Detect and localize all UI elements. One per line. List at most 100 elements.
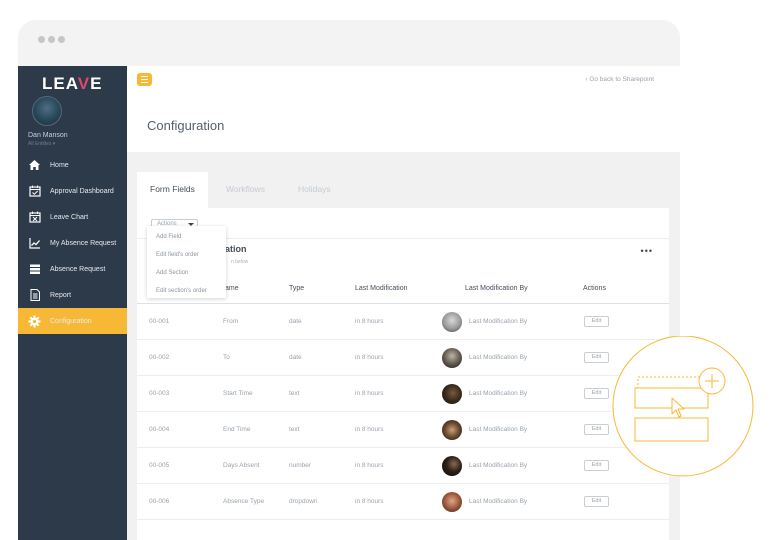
window-titlebar	[18, 20, 680, 66]
cell-modified-by: Last Modification By	[469, 318, 528, 325]
sidebar-item-label: Report	[50, 291, 72, 299]
list-icon	[28, 263, 41, 276]
back-to-sharepoint-link[interactable]: ‹ Go back to Sharepoint	[585, 76, 654, 83]
edit-button[interactable]: Edit	[584, 424, 609, 435]
gear-icon	[28, 315, 41, 328]
table-row: 00-004 End Time text in 8 hours Last Mod…	[137, 412, 669, 448]
edit-button[interactable]: Edit	[584, 352, 609, 363]
edit-button[interactable]: Edit	[584, 460, 609, 471]
cell-name: End Time	[223, 426, 251, 433]
column-header-actions: Actions	[583, 285, 606, 292]
cell-id: 00-001	[149, 318, 170, 325]
cell-name: Start Time	[223, 390, 253, 397]
document-icon	[28, 289, 41, 302]
window-dot	[38, 36, 45, 43]
avatar	[442, 492, 462, 512]
calendar-check-icon	[28, 185, 41, 198]
cell-name: Absence Type	[223, 498, 265, 505]
avatar	[442, 384, 462, 404]
cell-type: number	[289, 462, 312, 469]
cell-modified: in 8 hours	[355, 426, 384, 433]
cell-modified: in 8 hours	[355, 318, 384, 325]
menu-item-add-field[interactable]: Add Field	[147, 228, 226, 246]
edit-button[interactable]: Edit	[584, 388, 609, 399]
cell-name: Days Absent	[223, 462, 260, 469]
user-role-dropdown[interactable]: All Entities ▾	[28, 141, 55, 147]
table-row: 00-005 Days Absent number in 8 hours Las…	[137, 448, 669, 484]
column-header-type: Type	[289, 285, 305, 292]
home-icon	[28, 159, 41, 172]
cell-modified-by: Last Modification By	[469, 354, 528, 361]
tab-workflows[interactable]: Workflows	[226, 172, 265, 208]
add-form-field-illustration-icon	[612, 336, 754, 477]
sidebar-item-absence-request[interactable]: Absence Request	[18, 256, 127, 282]
sidebar: LEAVE Dan Manson All Entities ▾ Home App…	[18, 66, 127, 540]
cell-modified-by: Last Modification By	[469, 462, 528, 469]
sidebar-item-report[interactable]: Report	[18, 282, 127, 308]
sidebar-item-home[interactable]: Home	[18, 152, 127, 178]
cell-id: 00-004	[149, 426, 170, 433]
trend-chart-icon	[28, 237, 41, 250]
user-avatar[interactable]	[32, 96, 62, 126]
cell-modified: in 8 hours	[355, 462, 384, 469]
avatar	[442, 312, 462, 332]
sidebar-item-my-absence-request[interactable]: My Absence Request	[18, 230, 127, 256]
cell-type: date	[289, 354, 302, 361]
top-bar: ‹ Go back to Sharepoint	[127, 66, 680, 95]
cell-id: 00-003	[149, 390, 170, 397]
page-title: Configuration	[147, 118, 225, 133]
cell-type: dropdown	[289, 498, 318, 505]
column-header-last-modification: Last Modification	[355, 285, 408, 292]
cell-name: From	[223, 318, 239, 325]
table-row: 00-006 Absence Type dropdown in 8 hours …	[137, 484, 669, 520]
tab-holidays[interactable]: Holidays	[298, 172, 331, 208]
edit-button[interactable]: Edit	[584, 316, 609, 327]
cell-modified-by: Last Modification By	[469, 426, 528, 433]
sidebar-item-label: Approval Dashboard	[50, 187, 114, 195]
avatar	[442, 420, 462, 440]
cell-modified: in 8 hours	[355, 354, 384, 361]
sidebar-item-label: Absence Request	[50, 265, 106, 273]
cell-modified-by: Last Modification By	[469, 498, 528, 505]
menu-item-add-section[interactable]: Add Section	[147, 264, 226, 282]
cell-modified: in 8 hours	[355, 498, 384, 505]
sidebar-item-label: My Absence Request	[50, 239, 117, 247]
app-logo: LEAVE	[42, 74, 103, 93]
table-row: 00-003 Start Time text in 8 hours Last M…	[137, 376, 669, 412]
menu-item-edit-section-order[interactable]: Edit section's order	[147, 282, 226, 300]
cell-type: text	[289, 390, 300, 397]
cell-modified-by: Last Modification By	[469, 390, 528, 397]
sidebar-nav: Home Approval Dashboard Leave Chart My A…	[18, 152, 127, 334]
actions-menu: Add Field Edit field's order Add Section…	[147, 226, 226, 298]
menu-toggle-icon[interactable]	[137, 73, 152, 86]
more-options-icon[interactable]: •••	[641, 246, 653, 256]
config-card: Form Fields Workflows Holidays Actions A…	[137, 172, 669, 540]
cell-id: 00-006	[149, 498, 170, 505]
menu-item-edit-field-order[interactable]: Edit field's order	[147, 246, 226, 264]
tab-form-fields[interactable]: Form Fields	[137, 172, 208, 208]
user-name: Dan Manson	[28, 132, 68, 139]
page-header: Configuration	[127, 95, 680, 152]
sidebar-item-label: Home	[50, 161, 69, 169]
sidebar-item-leave-chart[interactable]: Leave Chart	[18, 204, 127, 230]
avatar	[442, 456, 462, 476]
cell-type: text	[289, 426, 300, 433]
cell-type: date	[289, 318, 302, 325]
section-title: ation	[225, 244, 247, 254]
cell-id: 00-005	[149, 462, 170, 469]
cell-name: To	[223, 354, 230, 361]
table-row: 00-002 To date in 8 hours Last Modificat…	[137, 340, 669, 376]
calendar-x-icon	[28, 211, 41, 224]
sidebar-item-approval-dashboard[interactable]: Approval Dashboard	[18, 178, 127, 204]
window-dot	[58, 36, 65, 43]
main-content: ‹ Go back to Sharepoint Configuration Fo…	[127, 66, 680, 540]
window-dot	[48, 36, 55, 43]
edit-button[interactable]: Edit	[584, 496, 609, 507]
app-window: LEAVE Dan Manson All Entities ▾ Home App…	[18, 20, 680, 540]
cell-id: 00-002	[149, 354, 170, 361]
table-row: 00-001 From date in 8 hours Last Modific…	[137, 304, 669, 340]
sidebar-item-configuration[interactable]: Configuration	[18, 308, 127, 334]
column-header-last-modification-by: Last Modification By	[465, 285, 528, 292]
section-subtitle: n below	[231, 259, 249, 265]
avatar	[442, 348, 462, 368]
